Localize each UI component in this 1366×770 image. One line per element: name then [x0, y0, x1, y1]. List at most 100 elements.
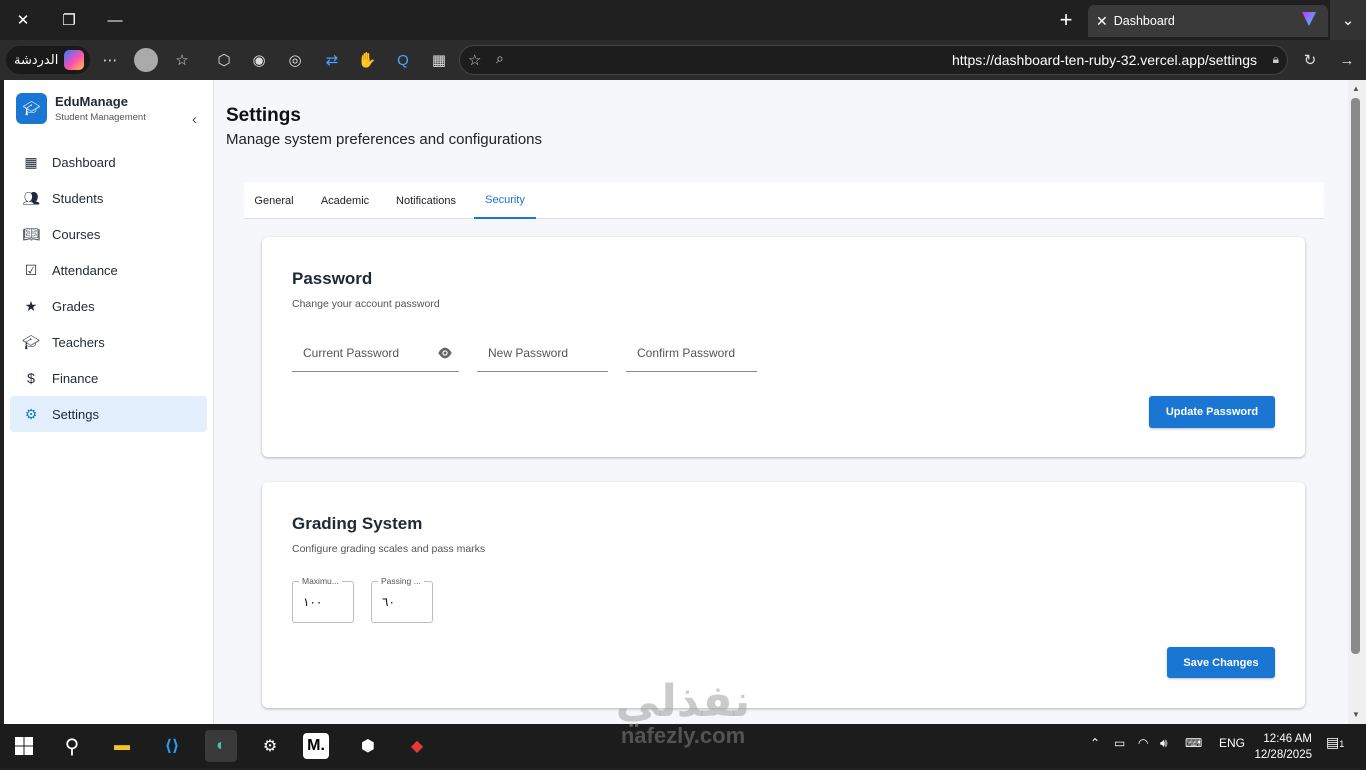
profile-avatar-icon[interactable] [134, 48, 158, 72]
password-card: Password Change your account password Cu… [262, 237, 1305, 457]
brand-name: EduManage [55, 94, 128, 109]
windows-start-icon[interactable] [8, 730, 40, 762]
new-password-field[interactable]: New Password [477, 338, 608, 372]
refresh-icon[interactable]: ↻ [1298, 48, 1322, 72]
tab-academic[interactable]: Academic [312, 182, 378, 219]
more-icon[interactable]: ⋯ [98, 48, 122, 72]
restore-icon[interactable]: ❐ [46, 0, 92, 40]
people-icon: 👥︎ [22, 189, 40, 206]
password-card-title: Password [292, 269, 373, 288]
address-toolbar: الدردشة ⋯ ☆ ⬡ ◉ ◎ ⇄ ✋ Q ▦ ☆ ⌕ https://da… [0, 40, 1366, 80]
tab-notifications[interactable]: Notifications [386, 182, 466, 219]
scroll-down-icon[interactable]: ▼ [1352, 710, 1360, 719]
copilot-chat-button[interactable]: الدردشة [6, 46, 90, 74]
chat-label: الدردشة [14, 52, 59, 67]
sidebar-item-label: Settings [52, 406, 99, 422]
forward-icon[interactable]: → [1335, 48, 1359, 72]
git-app-icon[interactable]: ◆ [401, 730, 433, 762]
browser-tab[interactable]: ✕ Dashboard [1088, 5, 1328, 37]
minimize-icon[interactable]: — [92, 0, 138, 40]
grading-card-title: Grading System [292, 514, 423, 533]
lock-icon[interactable]: 🔒︎ [1273, 52, 1279, 67]
language-indicator[interactable]: ENG [1219, 736, 1245, 750]
favorite-star-icon[interactable]: ☆ [468, 51, 481, 69]
current-password-field[interactable]: Current Password [292, 338, 459, 372]
notification-icon[interactable]: ▤1 [1326, 734, 1344, 751]
sidebar-item-finance[interactable]: $ Finance [10, 360, 207, 396]
tab-list-chevron-icon[interactable]: ⌄ [1330, 0, 1366, 40]
scrollbar-thumb[interactable] [1351, 98, 1360, 654]
settings-tabs: General Academic Notifications Security [244, 182, 1324, 219]
extensions-icon[interactable]: ⬡ [212, 48, 236, 72]
extension-q-icon[interactable]: Q [391, 48, 415, 72]
keyboard-icon[interactable]: ⌨ [1185, 736, 1202, 750]
notification-count: 1 [1339, 739, 1345, 749]
url-bar[interactable]: ☆ ⌕ https://dashboard-ten-ruby-32.vercel… [459, 45, 1288, 75]
visibility-eye-icon[interactable] [437, 347, 453, 359]
sidebar-item-teachers[interactable]: 🎓︎ Teachers [10, 324, 207, 360]
extension-owl-icon[interactable]: ◉ [247, 48, 271, 72]
maximum-score-value: ١٠٠ [303, 595, 323, 609]
extension-circle-icon[interactable]: ◎ [283, 48, 307, 72]
tab-title: Dashboard [1113, 14, 1175, 28]
medium-app-icon[interactable]: M. [303, 733, 329, 759]
sidebar-item-courses[interactable]: 📖︎ Courses [10, 216, 207, 252]
sidebar-item-label: Dashboard [52, 154, 116, 170]
favorites-icon[interactable]: ☆ [170, 48, 194, 72]
tab-close-icon[interactable]: ✕ [1096, 13, 1108, 30]
maximum-score-label: Maximu... [299, 576, 342, 586]
extension-m-icon[interactable]: ▦ [427, 48, 451, 72]
brand: 🎓︎ EduManage Student Management ‹ [16, 93, 206, 128]
sidebar: 🎓︎ EduManage Student Management ‹ ▦ Dashb… [4, 80, 214, 724]
scroll-up-icon[interactable]: ▲ [1352, 84, 1360, 93]
sidebar-item-attendance[interactable]: ☑ Attendance [10, 252, 207, 288]
new-tab-icon[interactable]: + [1043, 0, 1089, 40]
sidebar-item-students[interactable]: 👥︎ Students [10, 180, 207, 216]
maximum-score-input[interactable]: Maximu... ١٠٠ [292, 576, 354, 623]
battery-icon[interactable]: ▭ [1114, 736, 1125, 750]
chevron-up-icon[interactable]: ⌃ [1090, 736, 1100, 750]
grading-card: Grading System Configure grading scales … [262, 482, 1305, 708]
cube-app-icon[interactable]: ⬢ [352, 730, 384, 762]
sidebar-item-label: Courses [52, 226, 101, 242]
sidebar-item-label: Teachers [52, 334, 105, 350]
collapse-chevron-icon[interactable]: ‹ [192, 111, 197, 128]
tab-security[interactable]: Security [474, 182, 536, 219]
extension-arrow-icon[interactable]: ⇄ [320, 48, 344, 72]
clock-time: 12:46 AM [1263, 733, 1312, 745]
sidebar-item-label: Attendance [52, 262, 118, 278]
sidebar-item-grades[interactable]: ★ Grades [10, 288, 207, 324]
page-scrollbar[interactable]: ▲ ▼ [1348, 80, 1366, 724]
edge-browser-icon[interactable]: ◐ [205, 730, 237, 762]
settings-gear-icon[interactable]: ⚙ [254, 730, 286, 762]
web-page: 🎓︎ EduManage Student Management ‹ ▦ Dashb… [4, 80, 1348, 724]
school-icon: 🎓︎ [22, 333, 40, 350]
brand-subtitle: Student Management [55, 112, 146, 123]
sidebar-item-settings[interactable]: ⚙ Settings [10, 396, 207, 432]
wifi-icon[interactable]: ◠ [1138, 736, 1148, 750]
save-changes-button[interactable]: Save Changes [1167, 647, 1275, 678]
search-icon[interactable]: ⚲ [56, 730, 88, 762]
passing-score-input[interactable]: Passing ... ٦٠ [371, 576, 433, 623]
extension-hand-icon[interactable]: ✋ [355, 48, 379, 72]
volume-icon[interactable]: 🔊︎ [1160, 736, 1168, 751]
clock[interactable]: 12:46 AM 12/28/2025 [1252, 731, 1312, 763]
vscode-icon[interactable]: ⟨⟩ [156, 730, 188, 762]
vite-favicon-icon [1302, 12, 1316, 26]
update-password-button[interactable]: Update Password [1149, 396, 1275, 428]
school-logo-icon: 🎓︎ [16, 93, 47, 124]
confirm-password-placeholder: Confirm Password [637, 346, 736, 360]
watermark: نفذلي nafezly.com [600, 680, 766, 770]
close-icon[interactable]: ✕ [0, 0, 46, 40]
confirm-password-field[interactable]: Confirm Password [626, 338, 757, 372]
file-explorer-icon[interactable]: ▬ [106, 730, 138, 762]
star-icon: ★ [24, 297, 38, 314]
browser-title-bar: ✕ ❐ — + ✕ Dashboard ⌄ [0, 0, 1366, 40]
search-icon[interactable]: ⌕ [496, 50, 504, 67]
dashboard-icon: ▦ [24, 153, 38, 170]
tab-general[interactable]: General [244, 182, 304, 219]
url-text: https://dashboard-ten-ruby-32.vercel.app… [951, 52, 1257, 68]
sidebar-item-dashboard[interactable]: ▦ Dashboard [10, 144, 207, 180]
sidebar-item-label: Students [52, 190, 104, 206]
grading-card-subtitle: Configure grading scales and pass marks [292, 543, 486, 555]
